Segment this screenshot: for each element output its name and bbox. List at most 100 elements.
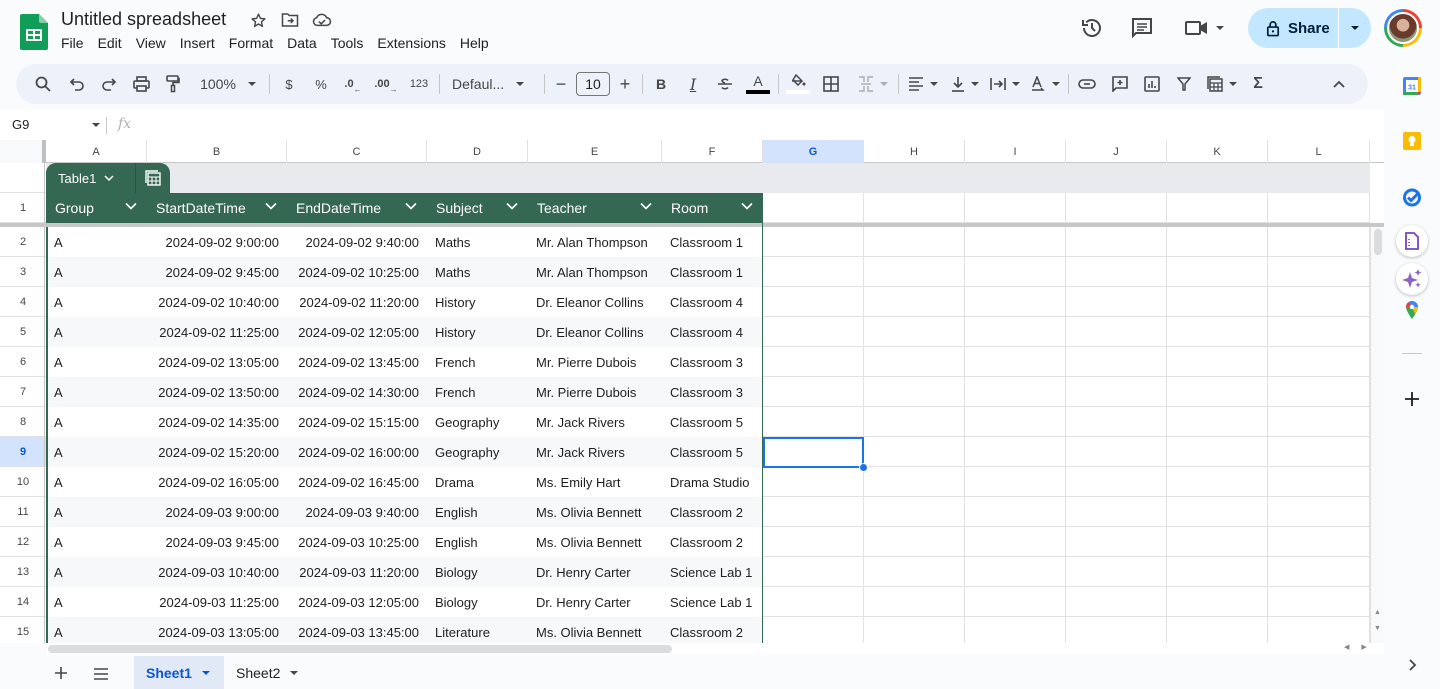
header-teacher[interactable]: Teacher <box>528 193 662 223</box>
move-to-folder-icon[interactable] <box>280 10 300 30</box>
chevron-down-icon[interactable] <box>741 202 753 210</box>
decrease-font-size-button[interactable]: − <box>552 72 570 96</box>
cell-f8[interactable]: Classroom 5 <box>662 407 763 437</box>
chevron-down-icon[interactable] <box>265 202 277 210</box>
cell-c4[interactable]: 2024-09-02 11:20:00 <box>287 287 427 317</box>
cell-d11[interactable]: English <box>427 497 528 527</box>
cell-f14[interactable]: Science Lab 1 <box>662 587 763 617</box>
table-button[interactable] <box>1204 72 1240 96</box>
cell-e11[interactable]: Ms. Olivia Bennett <box>528 497 662 527</box>
undo-button[interactable] <box>66 72 88 96</box>
cell-f4[interactable]: Classroom 4 <box>662 287 763 317</box>
avatar[interactable] <box>1384 9 1422 47</box>
column-header-d[interactable]: D <box>427 140 528 163</box>
maps-icon[interactable] <box>1402 300 1422 320</box>
cell-e3[interactable]: Mr. Alan Thompson <box>528 257 662 287</box>
chevron-down-icon[interactable] <box>405 202 417 210</box>
print-button[interactable] <box>130 72 152 96</box>
cell-a8[interactable]: A <box>46 407 147 437</box>
cell-f7[interactable]: Classroom 3 <box>662 377 763 407</box>
cell-b7[interactable]: 2024-09-02 13:50:00 <box>147 377 287 407</box>
menu-insert[interactable]: Insert <box>180 35 215 51</box>
chevron-down-icon[interactable] <box>92 123 100 127</box>
format-currency-button[interactable]: $ <box>278 72 300 96</box>
create-filter-button[interactable] <box>1173 72 1195 96</box>
cell-d10[interactable]: Drama <box>427 467 528 497</box>
header-room[interactable]: Room <box>662 193 763 223</box>
insert-comment-button[interactable] <box>1109 72 1131 96</box>
row-header-14[interactable]: 14 <box>0 587 46 617</box>
cell-b13[interactable]: 2024-09-03 10:40:00 <box>147 557 287 587</box>
insert-link-button[interactable] <box>1076 72 1098 96</box>
cell-c5[interactable]: 2024-09-02 12:05:00 <box>287 317 427 347</box>
menu-tools[interactable]: Tools <box>331 35 364 51</box>
fill-handle[interactable] <box>859 463 868 472</box>
hide-menus-button[interactable] <box>1328 72 1350 96</box>
row-header-11[interactable]: 11 <box>0 497 46 527</box>
cell-a6[interactable]: A <box>46 347 147 377</box>
menu-help[interactable]: Help <box>460 35 489 51</box>
scroll-down-arrow-icon[interactable]: ▼ <box>1374 625 1381 632</box>
cell-a2[interactable]: A <box>46 227 147 257</box>
cell-d3[interactable]: Maths <box>427 257 528 287</box>
cell-a5[interactable]: A <box>46 317 147 347</box>
scroll-left-arrow-icon[interactable]: ◀ <box>1344 643 1349 651</box>
increase-font-size-button[interactable]: + <box>616 72 634 96</box>
share-button[interactable]: Share <box>1248 8 1338 48</box>
cell-b4[interactable]: 2024-09-02 10:40:00 <box>147 287 287 317</box>
search-menus-button[interactable] <box>32 72 54 96</box>
cell-a11[interactable]: A <box>46 497 147 527</box>
row-header-15[interactable]: 15 <box>0 617 46 643</box>
cell-d13[interactable]: Biology <box>427 557 528 587</box>
redo-button[interactable] <box>98 72 120 96</box>
all-sheets-button[interactable] <box>93 664 109 685</box>
zoom-select[interactable]: 100% <box>196 72 260 96</box>
expand-panel-chevron-icon[interactable] <box>1402 655 1422 675</box>
header-group[interactable]: Group <box>46 193 147 223</box>
cell-f13[interactable]: Science Lab 1 <box>662 557 763 587</box>
merge-cells-button[interactable] <box>854 72 892 96</box>
cell-e15[interactable]: Ms. Olivia Bennett <box>528 617 662 643</box>
text-wrapping-button[interactable] <box>988 72 1022 96</box>
star-icon[interactable] <box>248 10 268 30</box>
italic-button[interactable]: I <box>682 72 704 96</box>
formula-input[interactable] <box>146 114 1366 136</box>
header-subject[interactable]: Subject <box>427 193 528 223</box>
cell-c12[interactable]: 2024-09-03 10:25:00 <box>287 527 427 557</box>
column-header-b[interactable]: B <box>147 140 287 163</box>
cell-e13[interactable]: Dr. Henry Carter <box>528 557 662 587</box>
cell-d5[interactable]: History <box>427 317 528 347</box>
bold-button[interactable]: B <box>650 72 672 96</box>
row-header-2[interactable]: 2 <box>0 227 46 257</box>
cell-a9[interactable]: A <box>46 437 147 467</box>
scroll-up-arrow-icon[interactable]: ▲ <box>1374 609 1381 616</box>
cell-b9[interactable]: 2024-09-02 15:20:00 <box>147 437 287 467</box>
cell-c9[interactable]: 2024-09-02 16:00:00 <box>287 437 427 467</box>
cell-b6[interactable]: 2024-09-02 13:05:00 <box>147 347 287 377</box>
row-header-13[interactable]: 13 <box>0 557 46 587</box>
cell-f3[interactable]: Classroom 1 <box>662 257 763 287</box>
cell-d12[interactable]: English <box>427 527 528 557</box>
header-enddatetime[interactable]: EndDateTime <box>287 193 427 223</box>
cell-d9[interactable]: Geography <box>427 437 528 467</box>
cell-f10[interactable]: Drama Studio <box>662 467 763 497</box>
chevron-down-icon[interactable] <box>201 670 210 675</box>
table-calculations-button[interactable] <box>136 170 170 186</box>
row-header-12[interactable]: 12 <box>0 527 46 557</box>
cell-f12[interactable]: Classroom 2 <box>662 527 763 557</box>
column-header-g[interactable]: G <box>763 140 864 163</box>
column-header-l[interactable]: L <box>1268 140 1370 163</box>
cell-a12[interactable]: A <box>46 527 147 557</box>
cell-a15[interactable]: A <box>46 617 147 643</box>
horizontal-scroll-thumb[interactable] <box>48 645 672 653</box>
text-rotation-button[interactable] <box>1028 72 1062 96</box>
meet-button[interactable] <box>1184 16 1224 40</box>
sheets-logo-icon[interactable] <box>20 14 48 50</box>
cell-d4[interactable]: History <box>427 287 528 317</box>
chevron-down-icon[interactable] <box>506 202 518 210</box>
row-header-1[interactable]: 1 <box>0 193 46 223</box>
chevron-down-icon[interactable] <box>290 670 299 675</box>
calendar-icon[interactable]: 31 <box>1402 76 1422 96</box>
cell-b3[interactable]: 2024-09-02 9:45:00 <box>147 257 287 287</box>
cell-c11[interactable]: 2024-09-03 9:40:00 <box>287 497 427 527</box>
